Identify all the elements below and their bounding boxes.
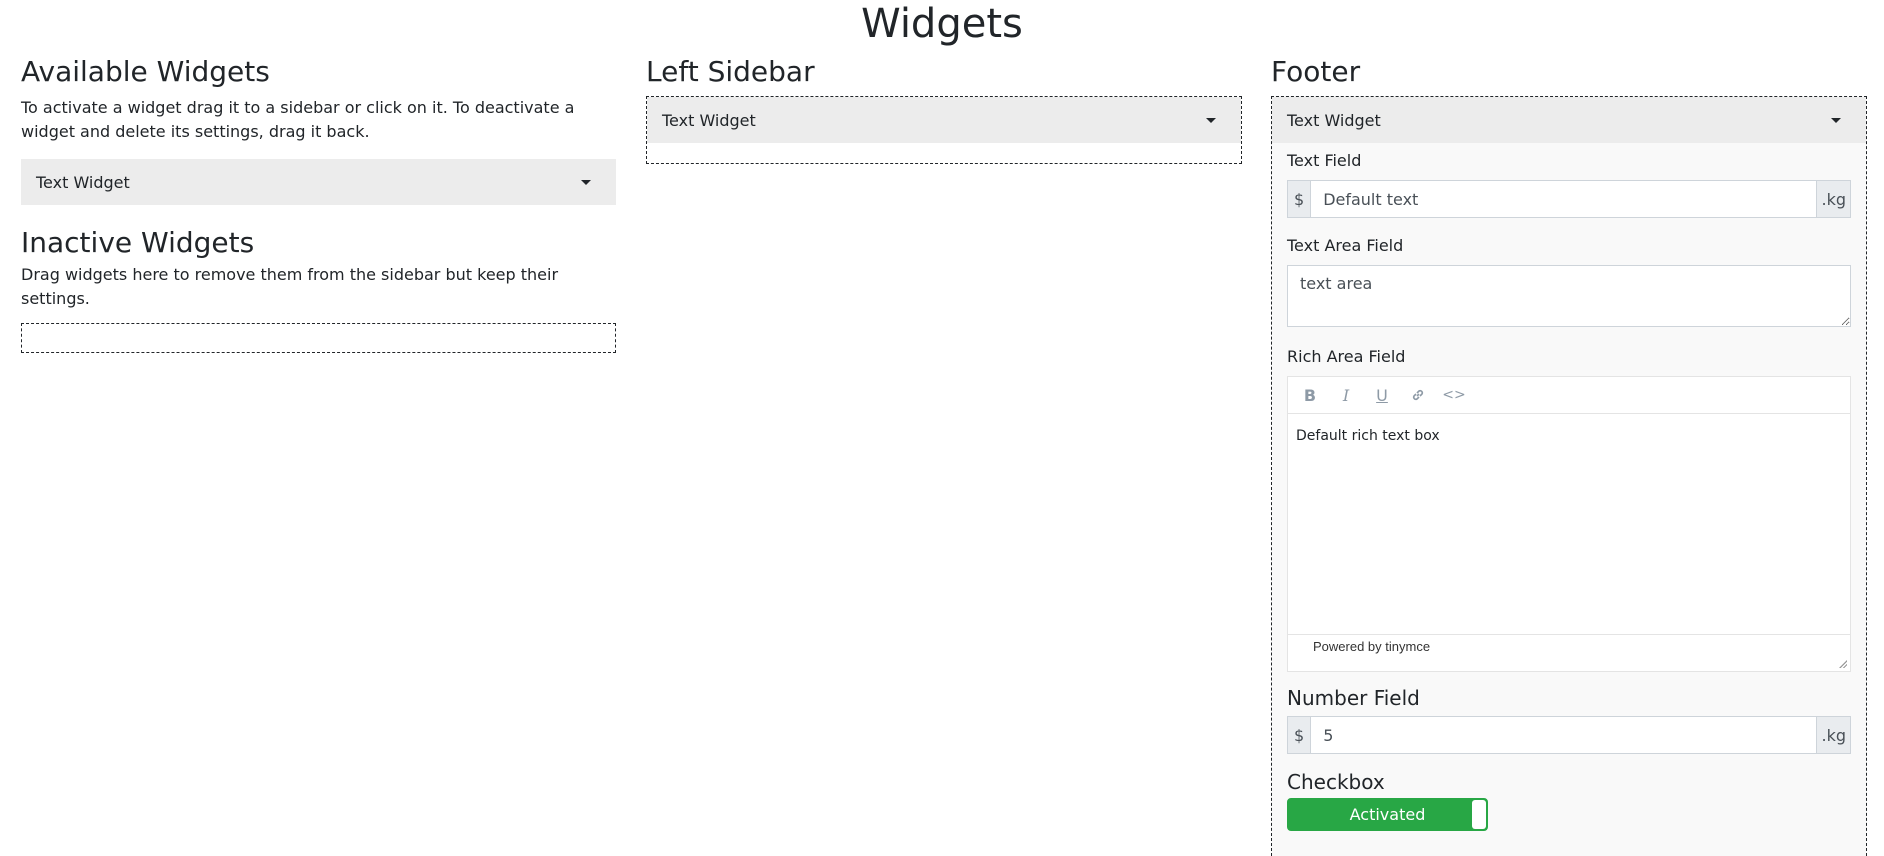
footer-heading: Footer (1271, 55, 1361, 88)
left-sidebar-drop-zone[interactable]: Text Widget (646, 96, 1242, 164)
text-field-group: $ .kg (1287, 180, 1851, 218)
powered-by-text: Powered by tinymce (1313, 639, 1431, 654)
italic-icon[interactable]: I (1328, 380, 1364, 410)
unit-suffix: .kg (1816, 181, 1850, 217)
widget-settings-form: Text Field $ .kg Text Area Field text ar… (1272, 151, 1866, 831)
left-sidebar-text-widget[interactable]: Text Widget (647, 97, 1241, 143)
rich-text-toolbar: B I U <> (1288, 377, 1850, 414)
text-field-label: Text Field (1287, 151, 1362, 170)
rich-area-label: Rich Area Field (1287, 347, 1406, 366)
footer-text-widget[interactable]: Text Widget (1272, 97, 1866, 143)
underline-icon[interactable]: U (1364, 380, 1400, 410)
number-field-input[interactable] (1311, 717, 1817, 753)
inactive-widgets-description: Drag widgets here to remove them from th… (21, 265, 559, 308)
footer-drop-zone[interactable]: Text Widget Text Field $ .kg Text Area F… (1271, 96, 1867, 856)
number-field-group: $ .kg (1287, 716, 1851, 754)
checkbox-label: Checkbox (1287, 770, 1385, 794)
bold-icon[interactable]: B (1292, 380, 1328, 410)
rich-text-editor: B I U <> Default rich text box Powered b… (1287, 376, 1851, 672)
text-area-input[interactable]: text area (1287, 265, 1851, 327)
number-field-label: Number Field (1287, 686, 1420, 710)
currency-prefix: $ (1288, 181, 1312, 217)
widget-label: Text Widget (1287, 110, 1381, 130)
checkbox-toggle[interactable]: Activated (1287, 798, 1488, 831)
footer-column: Footer Text Widget Text Field $ .kg Text… (1271, 54, 1867, 856)
available-widgets-description: To activate a widget drag it to a sideba… (21, 98, 575, 141)
link-icon[interactable] (1400, 380, 1436, 410)
caret-down-icon[interactable] (1831, 117, 1841, 123)
currency-prefix: $ (1288, 717, 1312, 753)
caret-down-icon[interactable] (581, 179, 591, 185)
code-icon[interactable]: <> (1436, 380, 1472, 410)
resize-handle-icon[interactable] (1838, 659, 1847, 668)
available-widgets-heading: Available Widgets (21, 55, 270, 88)
widget-label: Text Widget (662, 110, 756, 130)
rich-text-statusbar: Powered by tinymce (1288, 634, 1850, 671)
inactive-widgets-heading: Inactive Widgets (21, 226, 255, 259)
left-sidebar-column: Left Sidebar Text Widget (646, 54, 1242, 164)
toggle-state-label: Activated (1349, 805, 1426, 824)
widget-label: Text Widget (36, 172, 130, 192)
text-field-input[interactable] (1311, 181, 1817, 217)
page-title: Widgets (861, 1, 1023, 47)
inactive-widgets-drop-zone[interactable] (21, 323, 616, 353)
caret-down-icon[interactable] (1206, 117, 1216, 123)
unit-suffix: .kg (1816, 717, 1850, 753)
left-sidebar-heading: Left Sidebar (646, 55, 815, 88)
available-text-widget[interactable]: Text Widget (21, 159, 616, 205)
text-area-label: Text Area Field (1287, 236, 1404, 255)
rich-text-content[interactable]: Default rich text box (1288, 414, 1850, 634)
toggle-knob (1472, 800, 1486, 829)
available-widgets-column: Available Widgets To activate a widget d… (21, 54, 616, 353)
